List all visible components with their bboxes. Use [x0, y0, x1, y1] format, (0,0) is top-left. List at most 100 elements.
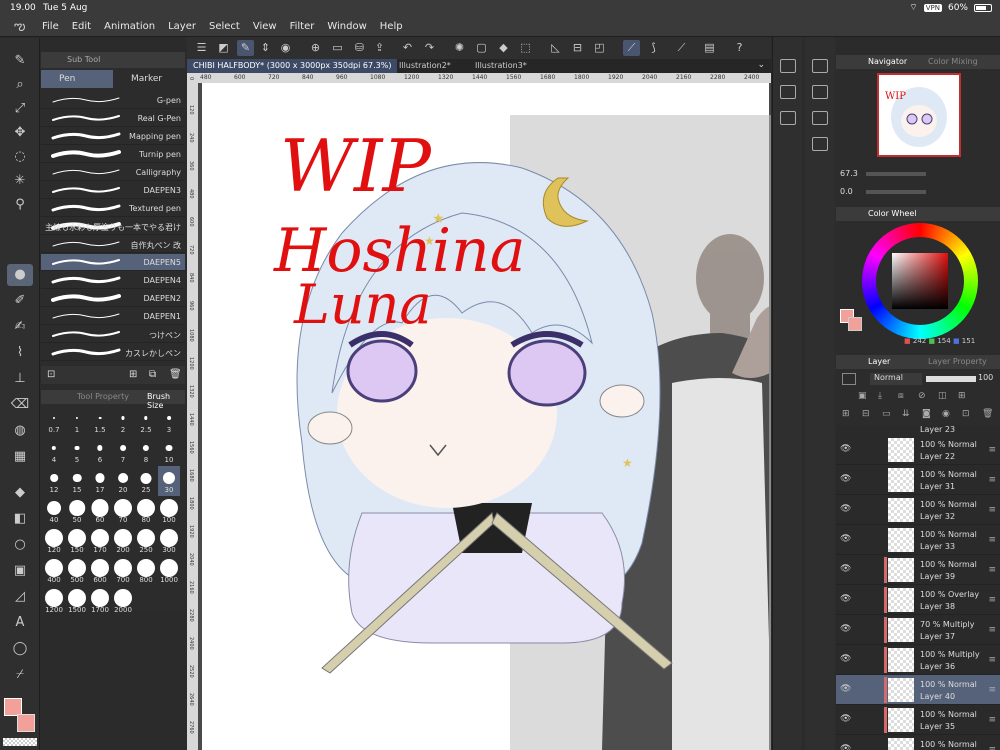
- deselect-icon[interactable]: ✺: [451, 40, 468, 56]
- brush-item[interactable]: DAEPEN3: [41, 182, 185, 199]
- new-layer-icon[interactable]: ⊞: [842, 409, 850, 419]
- opacity-value[interactable]: 100: [978, 373, 993, 382]
- pencil-icon[interactable]: ✐: [7, 290, 33, 312]
- tabs-dropdown-icon[interactable]: ⌄: [757, 60, 765, 70]
- panel-toggle-3-icon[interactable]: [780, 111, 796, 125]
- layer-row[interactable]: 👁 100 % Normal Layer 22 ≡: [836, 435, 1000, 465]
- tab-color-mixing[interactable]: Color Mixing: [928, 57, 978, 66]
- layer-row[interactable]: 👁 100 % Normal Layer 40 ≡: [836, 675, 1000, 705]
- clip-icon[interactable]: ⊟: [569, 40, 586, 56]
- layer-menu-icon[interactable]: ≡: [988, 505, 996, 515]
- layer-menu-icon[interactable]: ≡: [988, 445, 996, 455]
- brush-size-option[interactable]: 40: [43, 496, 65, 526]
- correct-line-icon[interactable]: ⌿: [7, 664, 33, 686]
- doc-tab-1[interactable]: CHIBI HALFBODY* (3000 x 3000px 350dpi 67…: [187, 59, 398, 73]
- layer-menu-icon[interactable]: ≡: [988, 565, 996, 575]
- navigator-thumbnail[interactable]: WIP: [877, 73, 961, 157]
- tab-navigator[interactable]: Navigator: [868, 57, 907, 66]
- layer-menu-icon[interactable]: ≡: [988, 475, 996, 485]
- panel-toggle-7-icon[interactable]: [812, 137, 828, 151]
- blend-mode-select[interactable]: Normal: [870, 373, 922, 385]
- operation-icon[interactable]: ⤢: [7, 98, 33, 120]
- menu-icon[interactable]: ☰: [193, 40, 210, 56]
- brush-size-option[interactable]: 5: [66, 436, 88, 466]
- panel-toggle-1-icon[interactable]: [780, 59, 796, 73]
- brush-size-option[interactable]: 300: [158, 526, 180, 556]
- brush-size-option[interactable]: 15: [66, 466, 88, 496]
- layer-row[interactable]: 👁 100 % Normal Layer 32 ≡: [836, 495, 1000, 525]
- transparent-color-swatch[interactable]: [3, 738, 37, 746]
- tab-layer[interactable]: Layer: [868, 357, 890, 366]
- new-folder-icon[interactable]: ▭: [882, 409, 891, 419]
- brush-size-option[interactable]: 150: [66, 526, 88, 556]
- brush-size-option[interactable]: 2000: [112, 586, 134, 616]
- brush-item[interactable]: DAEPEN2: [41, 290, 185, 307]
- help-icon[interactable]: ?: [731, 40, 748, 56]
- rulers-icon[interactable]: ◰: [591, 40, 608, 56]
- brush-size-option[interactable]: 200: [112, 526, 134, 556]
- apply-mask-icon[interactable]: ◉: [942, 409, 950, 419]
- brush-size-option[interactable]: 20: [112, 466, 134, 496]
- layer-menu-icon[interactable]: ≡: [988, 745, 996, 750]
- eye-icon[interactable]: 👁: [840, 444, 851, 454]
- layer-mask-icon[interactable]: ◙: [922, 409, 931, 419]
- panel-toggle-2-icon[interactable]: [780, 85, 796, 99]
- snap-special-icon[interactable]: ⟆: [645, 40, 662, 56]
- brush-item[interactable]: つけペン: [41, 326, 185, 343]
- brush-item[interactable]: G-pen: [41, 92, 185, 109]
- brush-item[interactable]: カスレかしペン: [41, 344, 185, 361]
- clip-studio-logo-icon[interactable]: ఌ: [14, 19, 30, 35]
- move-icon[interactable]: ✥: [7, 122, 33, 144]
- canvas-stage[interactable]: ★ ★ ★ WIP Hoshina Luna: [198, 83, 771, 750]
- layer-menu-icon[interactable]: ≡: [988, 535, 996, 545]
- eye-icon[interactable]: 👁: [840, 654, 851, 664]
- zoom-value[interactable]: 67.3: [840, 169, 858, 178]
- doc-tab-2[interactable]: Illustration2*: [393, 59, 457, 73]
- new-file-icon[interactable]: ⊕: [307, 40, 324, 56]
- doc-tab-3[interactable]: Illustration3*: [469, 59, 533, 73]
- brush-size-option[interactable]: 500: [66, 556, 88, 586]
- record-icon[interactable]: ◉: [277, 40, 294, 56]
- brush-size-option[interactable]: 100: [158, 496, 180, 526]
- brush-item[interactable]: DAEPEN5: [41, 254, 185, 271]
- color-swatch-sub[interactable]: [848, 317, 862, 331]
- tab-color-wheel[interactable]: Color Wheel: [868, 209, 916, 218]
- menu-item-layer[interactable]: Layer: [168, 21, 196, 32]
- layer-menu-icon[interactable]: ≡: [988, 625, 996, 635]
- brush-size-option[interactable]: 60: [89, 496, 111, 526]
- brush-size-option[interactable]: 30: [158, 466, 180, 496]
- layer-menu-icon[interactable]: ≡: [988, 595, 996, 605]
- gradient-icon[interactable]: ◧: [7, 508, 33, 530]
- tab-pen[interactable]: Pen: [41, 70, 113, 88]
- reference-icon[interactable]: ▤: [701, 40, 718, 56]
- export-icon[interactable]: ⇪: [371, 40, 388, 56]
- brush-size-option[interactable]: 8: [135, 436, 157, 466]
- hue-ring[interactable]: [862, 223, 978, 339]
- menu-item-view[interactable]: View: [253, 21, 277, 32]
- zoom-slider[interactable]: [866, 172, 926, 176]
- layer-row[interactable]: 👁 100 % Normal Layer 39 ≡: [836, 555, 1000, 585]
- tab-tool-property[interactable]: Tool Property: [77, 392, 129, 401]
- brush-size-option[interactable]: 1: [66, 406, 88, 436]
- stamp-icon[interactable]: ⊥: [7, 368, 33, 390]
- brush-size-option[interactable]: 10: [158, 436, 180, 466]
- eye-icon[interactable]: 👁: [840, 684, 851, 694]
- canvas-edit-icon[interactable]: ◩: [215, 40, 232, 56]
- eye-icon[interactable]: 👁: [840, 474, 851, 484]
- layer-row[interactable]: 👁 100 % Normal Layer 35 ≡: [836, 705, 1000, 735]
- brush-size-option[interactable]: 1.5: [89, 406, 111, 436]
- rotate-slider[interactable]: [866, 190, 926, 194]
- brush-item[interactable]: Textured pen: [41, 200, 185, 217]
- clear-icon[interactable]: ▢: [473, 40, 490, 56]
- layer-row[interactable]: 👁 100 % Overlay Layer 38 ≡: [836, 585, 1000, 615]
- brush-size-option[interactable]: 1000: [158, 556, 180, 586]
- tab-marker[interactable]: Marker: [113, 70, 185, 88]
- redo-icon[interactable]: ↷: [421, 40, 438, 56]
- add-subtool-icon[interactable]: ⊞: [129, 369, 137, 380]
- brush-item[interactable]: Mapping pen: [41, 128, 185, 145]
- brush-size-option[interactable]: 6: [89, 436, 111, 466]
- brush-size-option[interactable]: 600: [89, 556, 111, 586]
- snap-ruler-icon[interactable]: ⟋: [623, 40, 640, 56]
- clip-layer-icon[interactable]: ⤓: [878, 391, 882, 401]
- reference-layer-icon[interactable]: ⧈: [898, 391, 904, 401]
